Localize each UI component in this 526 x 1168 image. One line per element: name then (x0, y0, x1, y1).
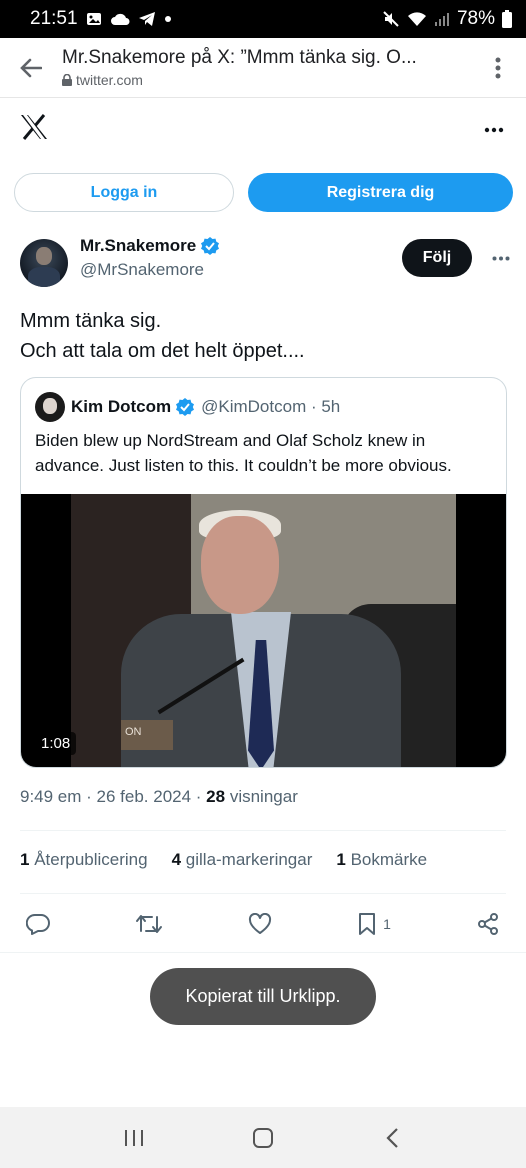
home-icon (252, 1127, 273, 1148)
recent-apps-button[interactable] (104, 1118, 164, 1158)
quote-author-name: Kim Dotcom (71, 397, 172, 416)
tweet-text-line-1: Mmm tänka sig. (20, 310, 162, 332)
cloud-icon (110, 12, 130, 26)
divider (20, 830, 506, 831)
quoted-tweet[interactable]: Kim Dotcom @KimDotcom · 5h Biden blew up… (20, 377, 507, 768)
tweet-timestamp: 9:49 em · 26 feb. 2024 · 28 visningar (20, 787, 298, 807)
bookmarks-stat[interactable]: 1 Bokmärke (336, 850, 427, 870)
quote-verified-badge-icon (176, 398, 195, 416)
gallery-icon (86, 11, 102, 27)
chevron-left-icon (386, 1127, 398, 1148)
likes-stat[interactable]: 4 gilla-markeringar (172, 850, 313, 870)
heart-icon (249, 913, 272, 934)
battery-percent: 78% (456, 8, 495, 29)
tweet-actions: 1 (20, 906, 506, 942)
page-url: twitter.com (62, 72, 470, 88)
divider (20, 893, 506, 894)
home-button[interactable] (233, 1118, 293, 1158)
video-thumbnail: ON (71, 494, 456, 767)
share-button[interactable] (476, 912, 500, 936)
tweet-more-icon[interactable] (472, 244, 510, 267)
page-info[interactable]: Mr.Snakemore på X: ”Mmm tänka sig. O... … (62, 47, 470, 88)
like-button[interactable] (248, 913, 272, 935)
bookmark-count: 1 (383, 916, 391, 932)
video-duration: 1:08 (35, 732, 77, 755)
recent-apps-icon (125, 1129, 144, 1146)
author-name: Mr.Snakemore (80, 236, 197, 255)
time-date: 9:49 em · 26 feb. 2024 · (20, 787, 207, 806)
signal-icon (434, 12, 450, 26)
quote-text: Biden blew up NordStream and Olaf Scholz… (35, 431, 452, 475)
quote-handle-time: @KimDotcom · 5h (201, 397, 341, 416)
clipboard-toast: Kopierat till Urklipp. (150, 968, 376, 1025)
browser-menu-button[interactable] (470, 38, 526, 98)
tweet-stats: 1 Återpublicering 4 gilla-markeringar 1 … (20, 850, 427, 870)
avatar[interactable] (20, 239, 68, 287)
signup-button[interactable]: Registrera dig (248, 173, 513, 212)
login-button[interactable]: Logga in (14, 173, 234, 212)
status-bar: 21:51 78% (0, 0, 526, 38)
views-count: 28 (206, 787, 226, 806)
lock-icon (62, 74, 72, 86)
views-label: visningar (225, 787, 298, 806)
back-button[interactable] (0, 38, 62, 98)
quote-header: Kim Dotcom @KimDotcom · 5h (21, 378, 506, 422)
url-text: twitter.com (76, 72, 143, 88)
page-title: Mr.Snakemore på X: ”Mmm tänka sig. O... (62, 47, 417, 68)
browser-header: Mr.Snakemore på X: ”Mmm tänka sig. O... … (0, 38, 526, 98)
back-arrow-icon (20, 58, 42, 77)
video-player[interactable]: ON 1:08 (21, 494, 506, 767)
repost-icon (136, 915, 163, 933)
repost-button[interactable] (135, 913, 163, 935)
telegram-icon (138, 11, 156, 27)
more-options-icon[interactable] (484, 120, 504, 138)
system-nav-bar (0, 1107, 526, 1168)
x-logo-icon[interactable] (20, 113, 48, 145)
quote-avatar (35, 392, 65, 422)
wifi-icon (407, 11, 427, 27)
author-names[interactable]: Mr.Snakemore @MrSnakemore (80, 236, 220, 280)
auth-row: Logga in Registrera dig (14, 173, 513, 212)
author-handle: @MrSnakemore (80, 260, 205, 279)
tweet-text: Mmm tänka sig. Och att tala om det helt … (20, 306, 506, 366)
notification-dot-icon (164, 15, 172, 23)
system-back-button[interactable] (362, 1118, 422, 1158)
mute-icon (382, 10, 400, 28)
tweet-text-line-2: Och att tala om det helt öppet.... (20, 340, 305, 362)
bookmark-icon (359, 913, 376, 935)
tweet-author: Mr.Snakemore @MrSnakemore Följ (20, 236, 510, 292)
battery-icon (502, 10, 512, 28)
status-time: 21:51 (30, 8, 78, 29)
divider (0, 952, 526, 953)
bookmark-button[interactable]: 1 (357, 912, 391, 936)
reposts-stat[interactable]: 1 Återpublicering (20, 850, 148, 870)
vertical-dots-icon (495, 57, 501, 78)
reply-icon (26, 913, 50, 935)
follow-button[interactable]: Följ (402, 239, 472, 277)
nameplate-text: ON (121, 720, 173, 750)
share-icon (477, 913, 498, 935)
reply-button[interactable] (26, 913, 50, 935)
verified-badge-icon (201, 237, 220, 255)
x-header (0, 98, 526, 160)
